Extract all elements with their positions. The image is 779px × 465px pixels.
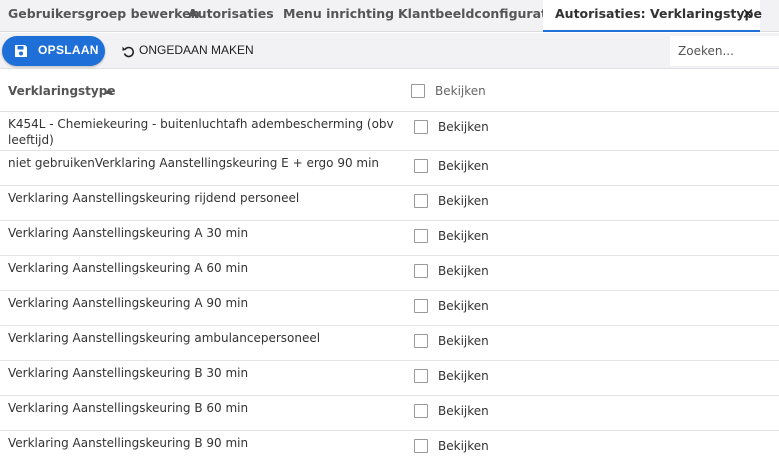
table-row: Verklaring Aanstellingskeuring B 90 min … (0, 431, 779, 465)
bekijken-label: Bekijken (438, 159, 489, 173)
bekijken-label: Bekijken (438, 334, 489, 348)
select-all-checkbox[interactable] (411, 84, 425, 98)
bekijken-checkbox[interactable] (414, 299, 428, 313)
row-name: Verklaring Aanstellingskeuring B 90 min (8, 436, 249, 450)
table-row: niet gebruikenVerklaring Aanstellingskeu… (0, 151, 779, 186)
undo-button[interactable]: ONGEDAAN MAKEN (118, 36, 258, 66)
bekijken-checkbox[interactable] (414, 404, 428, 418)
tab-label: Autorisaties (188, 6, 274, 21)
tab-autorisaties[interactable]: Autorisaties (188, 0, 274, 32)
bekijken-label: Bekijken (438, 120, 489, 134)
save-button-label: OPSLAAN (38, 43, 99, 57)
bekijken-label: Bekijken (438, 194, 489, 208)
tab-bar: Gebruikersgroep bewerken Autorisaties Me… (0, 0, 779, 32)
bekijken-label: Bekijken (438, 229, 489, 243)
bekijken-label: Bekijken (438, 264, 489, 278)
row-name: Verklaring Aanstellingskeuring A 30 min (8, 226, 249, 240)
row-name: Verklaring Aanstellingskeuring B 60 min (8, 401, 249, 415)
undo-button-label: ONGEDAAN MAKEN (139, 43, 254, 57)
close-icon[interactable]: ✕ (736, 0, 760, 28)
bekijken-label: Bekijken (438, 404, 489, 418)
row-name: Verklaring Aanstellingskeuring ambulance… (8, 331, 321, 345)
table-row: K454L - Chemiekeuring - buitenluchtafh a… (0, 112, 779, 151)
tab-menu-inrichting[interactable]: Menu inrichting (283, 0, 394, 32)
toolbar: OPSLAAN ONGEDAAN MAKEN (0, 33, 779, 69)
tab-label: Gebruikersgroep bewerken (8, 6, 200, 21)
tab-label: Autorisaties: Verklaringstype (555, 6, 762, 21)
table-row: Verklaring Aanstellingskeuring A 90 min … (0, 291, 779, 326)
row-name: Verklaring Aanstellingskeuring A 60 min (8, 261, 249, 275)
bekijken-checkbox[interactable] (414, 439, 428, 453)
bekijken-checkbox[interactable] (414, 194, 428, 208)
bekijken-checkbox[interactable] (414, 264, 428, 278)
tab-gebruikersgroep-bewerken[interactable]: Gebruikersgroep bewerken (8, 0, 200, 32)
bekijken-checkbox[interactable] (414, 120, 428, 134)
search-input[interactable] (670, 36, 779, 66)
column-header-verklaringstype[interactable]: Verklaringstype (8, 84, 115, 98)
row-name: K454L - Chemiekeuring - buitenluchtafh a… (8, 117, 394, 147)
table-row: Verklaring Aanstellingskeuring B 30 min … (0, 361, 779, 396)
row-name: niet gebruikenVerklaring Aanstellingskeu… (8, 156, 380, 170)
row-name: Verklaring Aanstellingskeuring rijdend p… (8, 191, 300, 205)
row-name: Verklaring Aanstellingskeuring B 30 min (8, 366, 249, 380)
save-icon (15, 45, 27, 57)
sort-ascending-icon[interactable] (105, 88, 113, 94)
bekijken-label: Bekijken (438, 369, 489, 383)
row-name: Verklaring Aanstellingskeuring A 90 min (8, 296, 249, 310)
column-header-bekijken: Bekijken (435, 84, 486, 98)
table-row: Verklaring Aanstellingskeuring A 60 min … (0, 256, 779, 291)
tab-label: Menu inrichting (283, 6, 395, 21)
bekijken-checkbox[interactable] (414, 334, 428, 348)
grid-header: Verklaringstype Bekijken (0, 70, 779, 112)
bekijken-checkbox[interactable] (414, 159, 428, 173)
bekijken-checkbox[interactable] (414, 229, 428, 243)
bekijken-label: Bekijken (438, 299, 489, 313)
bekijken-label: Bekijken (438, 439, 489, 453)
table-row: Verklaring Aanstellingskeuring ambulance… (0, 326, 779, 361)
table-row: Verklaring Aanstellingskeuring A 30 min … (0, 221, 779, 256)
tab-autorisaties-verklaringstype[interactable]: Autorisaties: Verklaringstype ✕ (543, 0, 762, 32)
table-row: Verklaring Aanstellingskeuring rijdend p… (0, 186, 779, 221)
bekijken-checkbox[interactable] (414, 369, 428, 383)
table-row: Verklaring Aanstellingskeuring B 60 min … (0, 396, 779, 431)
undo-icon (122, 46, 135, 58)
tab-klantbeeldconfiguratie[interactable]: Klantbeeldconfiguratie (398, 0, 560, 32)
save-button[interactable]: OPSLAAN (2, 36, 105, 66)
tab-label: Klantbeeldconfiguratie (398, 6, 560, 21)
